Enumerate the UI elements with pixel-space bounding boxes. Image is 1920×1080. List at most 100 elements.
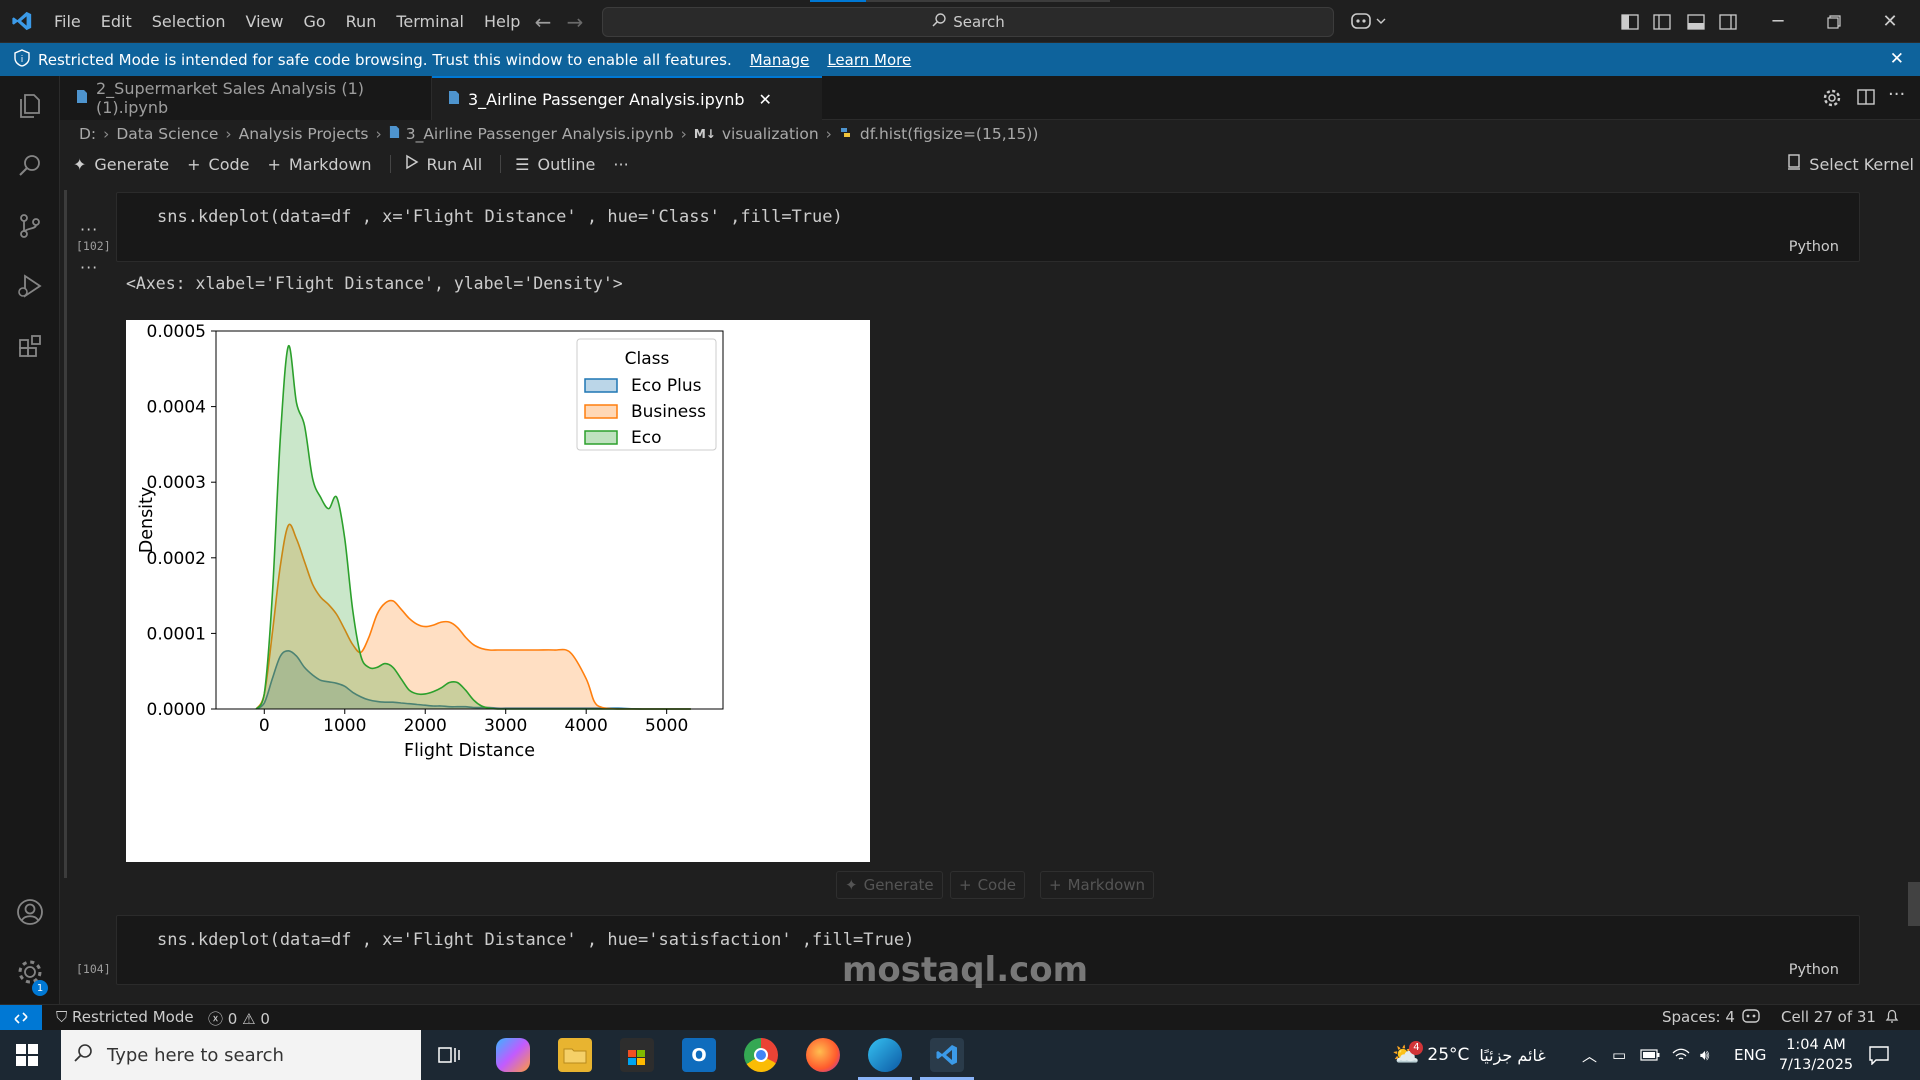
input-language[interactable]: ENG [1734, 1030, 1766, 1080]
accounts-icon[interactable] [0, 882, 60, 942]
explorer-icon[interactable] [0, 76, 60, 136]
legend-label: Eco Plus [631, 376, 702, 396]
add-code-button[interactable]: + Code [187, 155, 249, 174]
menu-run[interactable]: Run [336, 0, 387, 43]
run-debug-icon[interactable] [0, 256, 60, 316]
legend-label: Business [631, 402, 706, 422]
cell-source[interactable]: sns.kdeplot(data=df , x='Flight Distance… [157, 930, 914, 950]
manage-link[interactable]: Manage [750, 51, 810, 69]
edge-icon[interactable] [868, 1038, 902, 1072]
volume-icon[interactable]: 🔊︎ [1700, 1030, 1709, 1080]
tab-supermarket[interactable]: 2_Supermarket Sales Analysis (1) (1).ipy… [60, 76, 432, 120]
kde-chart: 0 1000 2000 3000 4000 50000.00000.00010.00020… [137, 322, 724, 761]
cell-source[interactable]: sns.kdeplot(data=df , x='Flight Distance… [157, 207, 843, 227]
cell-language[interactable]: Python [1789, 962, 1839, 978]
more-actions-icon[interactable]: ··· [1888, 84, 1905, 105]
breadcrumb-file[interactable]: 3_Airline Passenger Analysis.ipynb [406, 125, 674, 143]
scrollbar-thumb[interactable] [1908, 882, 1920, 926]
breadcrumb-folder[interactable]: Analysis Projects [239, 125, 369, 143]
menu-terminal[interactable]: Terminal [386, 0, 474, 43]
task-view-icon[interactable] [432, 1038, 466, 1072]
select-kernel-button[interactable]: Select Kernel [1787, 154, 1914, 174]
microsoft-store-icon[interactable] [620, 1038, 654, 1072]
wifi-icon[interactable] [1672, 1030, 1690, 1080]
restricted-mode-banner: i Restricted Mode is intended for safe c… [0, 43, 1920, 76]
x-tick-label: 1000 [323, 716, 366, 736]
remote-indicator-icon[interactable] [0, 1005, 42, 1031]
restore-icon[interactable] [1806, 0, 1862, 43]
warning-icon: ⚠ [242, 1010, 256, 1028]
copilot-status-icon[interactable] [1742, 1008, 1760, 1028]
notifications-bell-icon[interactable] [1884, 1008, 1900, 1028]
command-center-search[interactable]: Search [602, 7, 1334, 37]
breadcrumb-folder[interactable]: Data Science [116, 125, 218, 143]
generate-button[interactable]: ✦ Generate [73, 155, 169, 174]
copilot-icon[interactable] [1350, 11, 1390, 35]
ghost-code-label: Code [977, 876, 1016, 894]
menu-edit[interactable]: Edit [91, 0, 142, 43]
firefox-icon[interactable] [806, 1038, 840, 1072]
run-all-button[interactable]: Run All [405, 154, 482, 174]
insert-generate-button[interactable]: ✦ Generate [836, 871, 943, 899]
notebook-settings-icon[interactable] [1822, 88, 1842, 112]
back-arrow-icon[interactable]: ← [526, 10, 560, 34]
cell-position-status[interactable]: Cell 27 of 31 [1781, 1008, 1876, 1026]
close-tab-icon[interactable]: ✕ [759, 90, 772, 109]
output-menu-icon[interactable]: ··· [80, 220, 98, 239]
breadcrumb-section[interactable]: visualization [722, 125, 819, 143]
battery-icon[interactable] [1640, 1030, 1660, 1080]
close-window-icon[interactable]: ✕ [1862, 0, 1918, 43]
svg-text:i: i [21, 55, 24, 65]
notification-center-icon[interactable] [1868, 1030, 1890, 1080]
forward-arrow-icon[interactable]: → [558, 10, 592, 34]
vscode-taskbar-icon[interactable] [930, 1038, 964, 1072]
manage-gear-icon[interactable]: 1 [0, 942, 60, 1002]
outline-button[interactable]: ☰ Outline [515, 155, 595, 174]
menu-view[interactable]: View [236, 0, 294, 43]
restricted-mode-status[interactable]: ⛉ Restricted Mode [56, 1008, 194, 1026]
notebook-file-icon [76, 89, 88, 108]
menu-go[interactable]: Go [293, 0, 335, 43]
taskbar-search-box[interactable]: Type here to search [61, 1030, 421, 1080]
source-control-icon[interactable] [0, 196, 60, 256]
tab-airline[interactable]: 3_Airline Passenger Analysis.ipynb ✕ [432, 76, 822, 120]
problems-status[interactable]: ⓧ 0 ⚠ 0 [208, 1008, 270, 1029]
list-icon: ☰ [515, 154, 530, 174]
shield-icon: ⛉ [56, 1008, 68, 1026]
outlook-icon[interactable]: O [682, 1038, 716, 1072]
play-icon [405, 154, 419, 174]
cell-language[interactable]: Python [1789, 239, 1839, 255]
file-explorer-icon[interactable] [558, 1038, 592, 1072]
menu-selection[interactable]: Selection [142, 0, 236, 43]
chrome-icon[interactable] [744, 1038, 778, 1072]
breadcrumb-cell[interactable]: df.hist(figsize=(15,15)) [860, 125, 1039, 143]
breadcrumb-drive[interactable]: D: [79, 125, 96, 143]
search-view-icon[interactable] [0, 136, 60, 196]
ghost-markdown-label: Markdown [1067, 876, 1146, 894]
meet-now-icon[interactable]: ▭ [1612, 1030, 1626, 1080]
show-hidden-icons-chevron-icon[interactable]: ︿ [1582, 1030, 1597, 1080]
split-editor-icon[interactable] [1857, 88, 1875, 110]
insert-markdown-button[interactable]: + Markdown [1040, 871, 1155, 899]
toggle-secondary-sidebar-icon[interactable] [1702, 0, 1754, 43]
more-toolbar-button[interactable]: ··· [613, 155, 628, 174]
python-icon [839, 125, 852, 143]
menu-file[interactable]: File [44, 0, 91, 43]
clock[interactable]: 1:04 AM 7/13/2025 [1776, 1030, 1856, 1080]
menu-help[interactable]: Help [474, 0, 530, 43]
indentation-status[interactable]: Spaces: 4 [1662, 1008, 1735, 1026]
output-menu-icon[interactable]: ··· [80, 258, 98, 277]
code-cell[interactable]: sns.kdeplot(data=df , x='Flight Distance… [116, 192, 1860, 262]
insert-code-button[interactable]: + Code [950, 871, 1025, 899]
copilot-app-icon[interactable] [496, 1038, 530, 1072]
extensions-icon[interactable] [0, 316, 60, 376]
minimize-icon[interactable]: ─ [1750, 0, 1806, 43]
search-icon [931, 12, 947, 32]
close-banner-icon[interactable]: ✕ [1890, 49, 1904, 69]
learn-more-link[interactable]: Learn More [827, 51, 911, 69]
settings-badge: 1 [32, 980, 48, 996]
activity-bar: 1 [0, 76, 60, 1004]
windows-start-icon[interactable] [16, 1044, 38, 1070]
add-markdown-button[interactable]: + Markdown [268, 155, 372, 174]
weather-widget[interactable]: ⛅ 4 25°C غائم جزئيًا [1392, 1030, 1546, 1080]
